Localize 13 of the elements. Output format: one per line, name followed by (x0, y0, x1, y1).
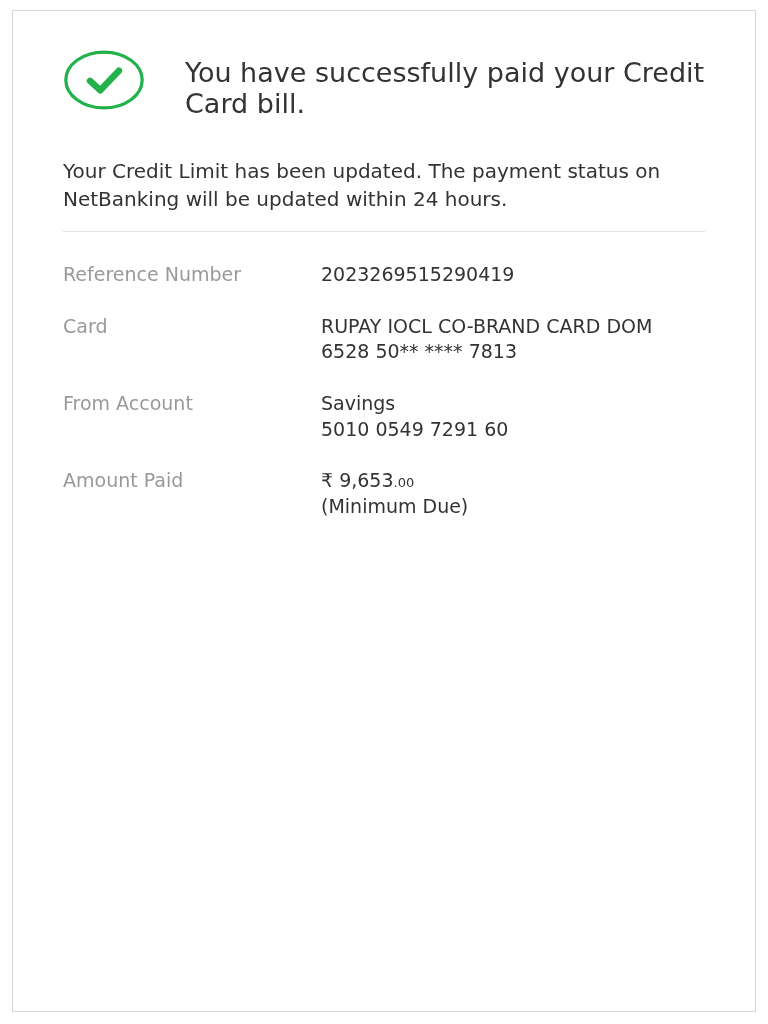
detail-label: Amount Paid (63, 468, 185, 494)
detail-value: RUPAY IOCL CO-BRAND CARD DOM (321, 313, 653, 339)
detail-value: 5010 0549 7291 60 (321, 416, 509, 442)
status-message: Your Credit Limit has been updated. The payment status on NetBanking will be updated within 24 hours. (63, 158, 662, 214)
detail-value: Savings (321, 391, 396, 416)
success-title: You have successfully paid your Credit Card bill. (185, 57, 705, 120)
amount-value: ₹ 9,653.00 (321, 468, 415, 494)
detail-value: 6528 50** **** 7813 (321, 339, 517, 365)
amount-note: (Minimum Due) (321, 493, 469, 519)
detail-value: 2023269515290419 (321, 262, 515, 288)
detail-label: Card (63, 313, 109, 339)
detail-label: Reference Number (63, 262, 243, 288)
detail-label: From Account (63, 391, 194, 416)
